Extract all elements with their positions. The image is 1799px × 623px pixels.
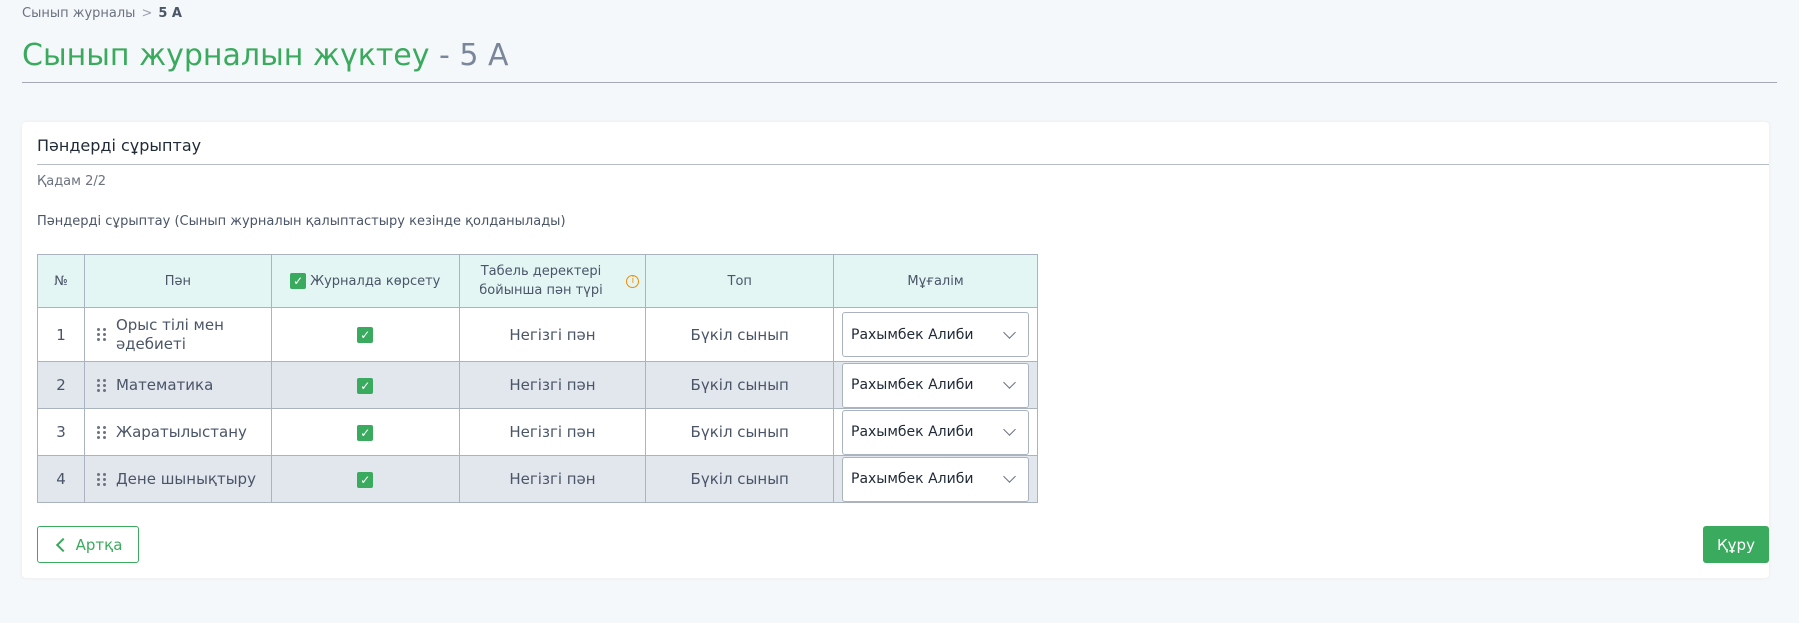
row-subject: Математика: [83, 361, 272, 409]
row-show: ✓: [270, 307, 460, 362]
row-group: Бүкіл сынып: [645, 408, 835, 456]
subject-name: Жаратылыстану: [115, 422, 247, 441]
row-num: 4: [37, 455, 85, 503]
back-button-label: Артқа: [75, 535, 123, 554]
subject-name: Математика: [115, 375, 214, 394]
page-title: Сынып журналын жүктеу - 5 А: [22, 38, 509, 73]
teacher-select-value: Рахымбек Алиби: [851, 424, 974, 440]
row-num: 1: [37, 307, 85, 362]
col-header-type-label: Табель деректері бойынша пән түрі: [479, 264, 603, 298]
col-header-show: ✓ Журналда көрсету: [270, 254, 460, 308]
row-teacher: Рахымбек Алиби: [833, 361, 1038, 409]
table-row: 2 Математика ✓ Негізгі пән Бүкіл сынып Р…: [37, 361, 1038, 409]
col-header-teacher: Мұғалім: [833, 254, 1038, 308]
page-title-main: Сынып журналын жүктеу: [22, 38, 430, 73]
show-in-journal-checkbox[interactable]: ✓: [357, 471, 374, 488]
teacher-select-value: Рахымбек Алиби: [851, 377, 974, 393]
table-row: 3 Жаратылыстану ✓ Негізгі пән Бүкіл сыны…: [37, 408, 1038, 456]
row-teacher: Рахымбек Алиби: [833, 455, 1038, 503]
row-subject: Орыс тілі мен әдебиеті: [83, 307, 272, 362]
row-num: 3: [37, 408, 85, 456]
subjects-table: № Пән ✓ Журналда көрсету Табель деректер…: [37, 254, 1038, 503]
row-show: ✓: [270, 408, 460, 456]
title-divider: [22, 82, 1777, 83]
row-teacher: Рахымбек Алиби: [833, 408, 1038, 456]
row-show: ✓: [270, 455, 460, 503]
row-teacher: Рахымбек Алиби: [833, 307, 1038, 362]
show-in-journal-checkbox[interactable]: ✓: [357, 377, 374, 394]
drag-handle-icon[interactable]: [96, 328, 106, 341]
info-icon[interactable]: i: [626, 274, 640, 288]
card-divider: [37, 164, 1769, 165]
row-type: Негізгі пән: [458, 455, 647, 503]
chevron-down-icon: [1003, 470, 1016, 483]
chevron-down-icon: [1003, 325, 1016, 339]
show-in-journal-checkbox[interactable]: ✓: [357, 424, 374, 441]
row-subject: Жаратылыстану: [83, 408, 272, 456]
subject-name: Дене шынықтыру: [115, 469, 256, 488]
drag-handle-icon[interactable]: [96, 472, 106, 486]
drag-handle-icon[interactable]: [96, 425, 106, 439]
teacher-select-value: Рахымбек Алиби: [851, 326, 974, 343]
subject-name: Орыс тілі мен әдебиеті: [115, 315, 224, 353]
teacher-select-value: Рахымбек Алиби: [851, 471, 974, 487]
breadcrumb-current: 5 А: [158, 6, 182, 21]
row-num: 2: [37, 361, 85, 409]
col-header-num: №: [37, 254, 85, 308]
chevron-down-icon: [1003, 423, 1016, 436]
card-description: Пәндерді сұрыптау (Сынып журналын қалыпт…: [37, 214, 566, 229]
row-type: Негізгі пән: [458, 361, 647, 409]
step-indicator: Қадам 2/2: [37, 174, 107, 189]
teacher-select[interactable]: Рахымбек Алиби: [842, 362, 1029, 408]
row-type: Негізгі пән: [458, 408, 647, 456]
card-title: Пәндерді сұрыптау: [37, 136, 202, 155]
breadcrumb-parent-link[interactable]: Сынып журналы: [22, 6, 135, 21]
teacher-select[interactable]: Рахымбек Алиби: [842, 456, 1029, 502]
table-header-row: № Пән ✓ Журналда көрсету Табель деректер…: [37, 254, 1038, 308]
drag-handle-icon[interactable]: [96, 378, 106, 392]
col-header-group: Топ: [645, 254, 835, 308]
table-row: 1 Орыс тілі мен әдебиеті ✓ Негізгі пән Б…: [37, 307, 1038, 362]
show-all-checkbox[interactable]: ✓: [290, 273, 307, 289]
row-type: Негізгі пән: [458, 307, 647, 362]
row-group: Бүкіл сынып: [645, 455, 835, 503]
subjects-sort-card: Пәндерді сұрыптау Қадам 2/2 Пәндерді сұр…: [22, 122, 1769, 578]
row-subject: Дене шынықтыру: [83, 455, 272, 503]
chevron-left-icon: [55, 537, 70, 552]
page-title-class: - 5 А: [429, 38, 509, 73]
row-show: ✓: [270, 361, 460, 409]
row-group: Бүкіл сынып: [645, 361, 835, 409]
show-in-journal-checkbox[interactable]: ✓: [357, 327, 374, 343]
teacher-select[interactable]: Рахымбек Алиби: [842, 312, 1029, 357]
breadcrumb-separator: >: [141, 6, 153, 21]
teacher-select[interactable]: Рахымбек Алиби: [842, 409, 1029, 455]
back-button[interactable]: Артқа: [37, 526, 139, 563]
create-button[interactable]: Құру: [1703, 526, 1769, 563]
breadcrumb: Сынып журналы > 5 А: [22, 6, 182, 21]
col-header-subject: Пән: [83, 254, 272, 308]
chevron-down-icon: [1003, 376, 1016, 389]
col-header-type: Табель деректері бойынша пән түрі i: [458, 254, 647, 308]
table-row: 4 Дене шынықтыру ✓ Негізгі пән Бүкіл сын…: [37, 455, 1038, 503]
col-header-show-label: Журналда көрсету: [310, 273, 441, 289]
row-group: Бүкіл сынып: [645, 307, 835, 362]
